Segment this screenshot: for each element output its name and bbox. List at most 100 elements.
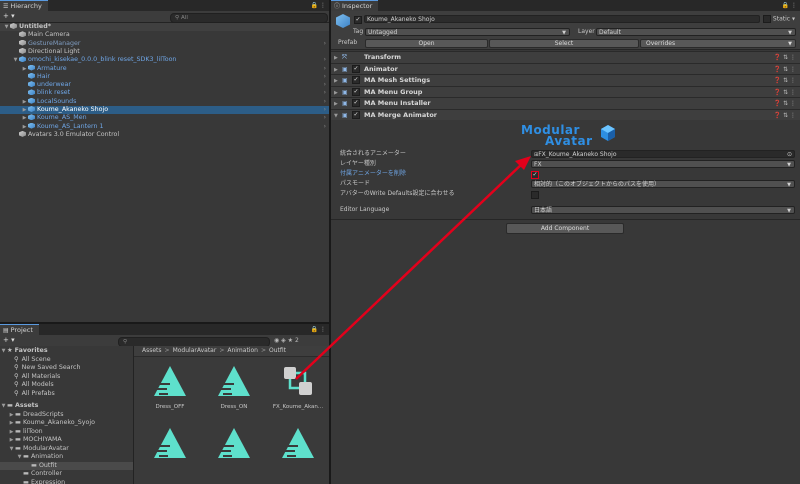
hierarchy-item[interactable]: ▶ Koume_Akaneko Shojo › bbox=[0, 106, 329, 114]
project-folder[interactable]: ▬ Outfit bbox=[0, 461, 133, 470]
expand-arrow-icon[interactable]: ▼ bbox=[3, 23, 10, 31]
expand-arrow-icon[interactable]: ▼ bbox=[12, 56, 19, 64]
expand-arrow-icon[interactable]: ▶ bbox=[21, 106, 28, 114]
chevron-right-icon[interactable]: › bbox=[324, 98, 326, 106]
chevron-right-icon[interactable]: › bbox=[324, 89, 326, 97]
project-folder[interactable]: ▬ Controller bbox=[0, 470, 133, 478]
favorite-search-item[interactable]: ⚲ All Materials bbox=[0, 373, 133, 381]
component-enabled-checkbox[interactable]: ✓ bbox=[352, 76, 360, 85]
expand-arrow-icon[interactable]: ▶ bbox=[8, 419, 15, 427]
prefab-open-button[interactable]: Open bbox=[365, 39, 488, 48]
expand-arrow-icon[interactable]: ▼ bbox=[0, 347, 7, 355]
component-header-icons[interactable]: ❓ ⇅ ⋮ bbox=[774, 87, 796, 98]
project-folder[interactable]: ▼ ▬ Animation bbox=[0, 453, 133, 461]
inspector-tab-menu[interactable]: 🔒 ⋮ bbox=[782, 0, 797, 11]
prefab-overrides-dropdown[interactable]: Overrides ▼ bbox=[640, 39, 796, 48]
component-header[interactable]: ▶ ⤧ Transform ❓ ⇅ ⋮ bbox=[331, 51, 800, 63]
animator-controller-asset[interactable]: FX_Koume_Akan... bbox=[272, 364, 324, 410]
chevron-right-icon[interactable]: › bbox=[324, 81, 326, 89]
hierarchy-search-input[interactable]: ⚲ All bbox=[170, 12, 328, 23]
component-enabled-checkbox[interactable]: ✓ bbox=[352, 99, 360, 108]
component-enabled-checkbox[interactable]: ✓ bbox=[352, 87, 360, 96]
expand-arrow-icon[interactable]: ▶ bbox=[21, 98, 28, 106]
animation-clip-asset[interactable] bbox=[272, 426, 324, 466]
editor-language-dropdown[interactable]: 日本語 ▼ bbox=[531, 206, 795, 214]
project-folder[interactable]: ▶ ▬ Koume_Akaneko_Syojo bbox=[0, 419, 133, 427]
component-header-icons[interactable]: ❓ ⇅ ⋮ bbox=[774, 75, 796, 86]
hierarchy-item[interactable]: Avatars 3.0 Emulator Control bbox=[0, 130, 329, 139]
hierarchy-item[interactable]: ▶ Koume_AS_Lantern 1 › bbox=[0, 122, 329, 131]
inspector-tab[interactable]: ⓘ Inspector bbox=[331, 0, 379, 11]
animation-clip-asset[interactable] bbox=[208, 426, 260, 466]
active-toggle-checkbox[interactable]: ✓ bbox=[354, 16, 362, 24]
animation-clip-asset[interactable]: Dress_OFF bbox=[144, 364, 196, 410]
project-folder[interactable]: ▶ ▬ lilToon bbox=[0, 428, 133, 436]
expand-arrow-icon[interactable]: ▶ bbox=[8, 428, 15, 436]
project-tab-menu[interactable]: 🔒 ⋮ bbox=[311, 324, 326, 335]
hierarchy-item[interactable]: ▼ Untitled* bbox=[0, 23, 329, 31]
layer-type-dropdown[interactable]: FX ▼ bbox=[531, 160, 795, 168]
component-header-icons[interactable]: ❓ ⇅ ⋮ bbox=[774, 52, 796, 63]
component-header-icons[interactable]: ❓ ⇅ ⋮ bbox=[774, 98, 796, 109]
delete-attached-checkbox[interactable]: ✓ bbox=[531, 171, 539, 179]
static-checkbox[interactable]: Static ▾ bbox=[763, 15, 795, 23]
breadcrumb-item[interactable]: ModularAvatar bbox=[173, 347, 217, 354]
hierarchy-tab-menu[interactable]: 🔒 ⋮ bbox=[311, 0, 326, 11]
component-header-icons[interactable]: ❓ ⇅ ⋮ bbox=[774, 64, 796, 75]
chevron-right-icon[interactable]: › bbox=[324, 73, 326, 81]
chevron-right-icon[interactable]: › bbox=[324, 65, 326, 73]
hierarchy-item[interactable]: blink reset › bbox=[0, 89, 329, 97]
component-enabled-checkbox[interactable]: ✓ bbox=[352, 111, 360, 119]
expand-arrow-icon[interactable]: ▼ bbox=[16, 453, 23, 461]
breadcrumb-item[interactable]: Animation bbox=[227, 347, 258, 354]
hierarchy-item[interactable]: ▶ Koume_AS_Men › bbox=[0, 114, 329, 122]
chevron-right-icon[interactable]: › bbox=[324, 106, 326, 114]
chevron-right-icon[interactable]: › bbox=[324, 123, 326, 131]
component-header[interactable]: ▶ ▣ ✓ MA Menu Installer ❓ ⇅ ⋮ bbox=[331, 97, 800, 110]
project-tab[interactable]: ▤ Project bbox=[0, 324, 39, 335]
path-mode-dropdown[interactable]: 相対的（このオブジェクトからのパスを使用） ▼ bbox=[531, 180, 795, 188]
breadcrumb-item[interactable]: Outfit bbox=[269, 347, 286, 354]
expand-arrow-icon[interactable]: ▶ bbox=[21, 65, 28, 73]
breadcrumb-item[interactable]: Assets bbox=[142, 347, 162, 354]
expand-arrow-icon[interactable]: ▶ bbox=[8, 411, 15, 419]
project-add-button[interactable]: + ▾ bbox=[3, 335, 15, 346]
hierarchy-item[interactable]: GestureManager › bbox=[0, 39, 329, 48]
object-name-field[interactable]: Koume_Akaneko Shojo bbox=[364, 15, 760, 23]
expand-arrow-icon[interactable]: ▼ bbox=[8, 445, 15, 453]
object-picker-icon[interactable]: ⊙ bbox=[787, 151, 792, 159]
prefab-select-button[interactable]: Select bbox=[489, 39, 639, 48]
hierarchy-item[interactable]: underwear › bbox=[0, 81, 329, 89]
add-component-button[interactable]: Add Component bbox=[506, 223, 624, 234]
tag-dropdown[interactable]: Untagged ▼ bbox=[365, 28, 570, 36]
hierarchy-add-button[interactable]: + ▾ bbox=[3, 11, 15, 22]
project-filter-icons[interactable]: ◉ ◈ ★ 2 bbox=[274, 335, 299, 346]
favorite-search-item[interactable]: ⚲ New Saved Search bbox=[0, 364, 133, 372]
expand-arrow-icon[interactable]: ▼ bbox=[0, 402, 7, 410]
expand-arrow-icon[interactable]: ▶ bbox=[8, 436, 15, 444]
project-folder[interactable]: ▶ ▬ DreadScripts bbox=[0, 411, 133, 419]
write-defaults-checkbox[interactable] bbox=[531, 191, 539, 199]
component-header[interactable]: ▶ ▣ ✓ MA Menu Group ❓ ⇅ ⋮ bbox=[331, 85, 800, 98]
expand-arrow-icon[interactable]: ▶ bbox=[21, 123, 28, 131]
layer-dropdown[interactable]: Default ▼ bbox=[596, 28, 796, 36]
favorite-search-item[interactable]: ⚲ All Scene bbox=[0, 356, 133, 364]
animation-clip-asset[interactable] bbox=[144, 426, 196, 466]
chevron-right-icon[interactable]: › bbox=[324, 114, 326, 122]
hierarchy-item[interactable]: ▶ LocalSounds › bbox=[0, 97, 329, 106]
chevron-right-icon[interactable]: › bbox=[324, 40, 326, 48]
hierarchy-item[interactable]: ▼ omochi_kisekae_0.0.0_blink reset_SDK3_l… bbox=[0, 56, 329, 64]
favorite-search-item[interactable]: ⚲ All Models bbox=[0, 381, 133, 389]
hierarchy-tab[interactable]: ☰ Hierarchy bbox=[0, 0, 48, 11]
hierarchy-item[interactable]: Main Camera bbox=[0, 31, 329, 39]
component-enabled-checkbox[interactable]: ✓ bbox=[352, 64, 360, 73]
assets-root-folder[interactable]: ▼ ▬ Assets bbox=[0, 402, 133, 410]
hierarchy-item[interactable]: Directional Light bbox=[0, 47, 329, 56]
favorite-search-item[interactable]: ⚲ All Prefabs bbox=[0, 390, 133, 398]
project-folder[interactable]: ▬ Expression bbox=[0, 479, 133, 484]
project-search-input[interactable]: ⚲ bbox=[118, 336, 270, 347]
animation-clip-asset[interactable]: Dress_ON bbox=[208, 364, 260, 410]
component-header[interactable]: ▶ ▣ ✓ MA Mesh Settings ❓ ⇅ ⋮ bbox=[331, 74, 800, 87]
expand-arrow-icon[interactable]: ▶ bbox=[21, 114, 28, 122]
hierarchy-item[interactable]: Hair › bbox=[0, 72, 329, 81]
